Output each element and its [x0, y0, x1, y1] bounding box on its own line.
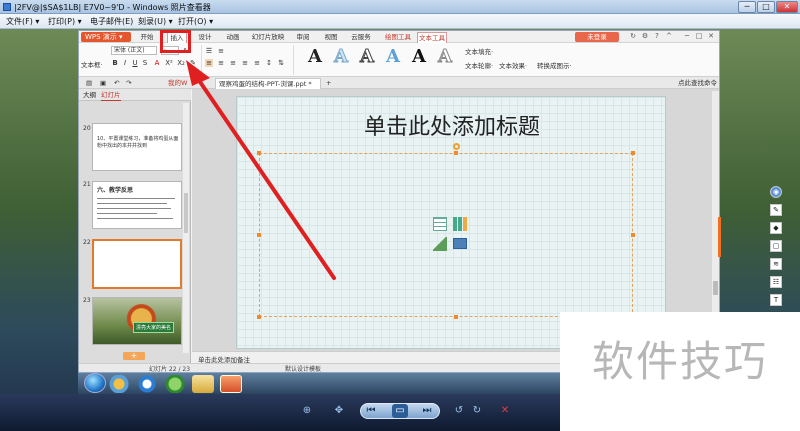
- arrow-head: [186, 60, 210, 86]
- red-arrow-annotation: [186, 60, 336, 280]
- arrow-shaft: [194, 74, 336, 280]
